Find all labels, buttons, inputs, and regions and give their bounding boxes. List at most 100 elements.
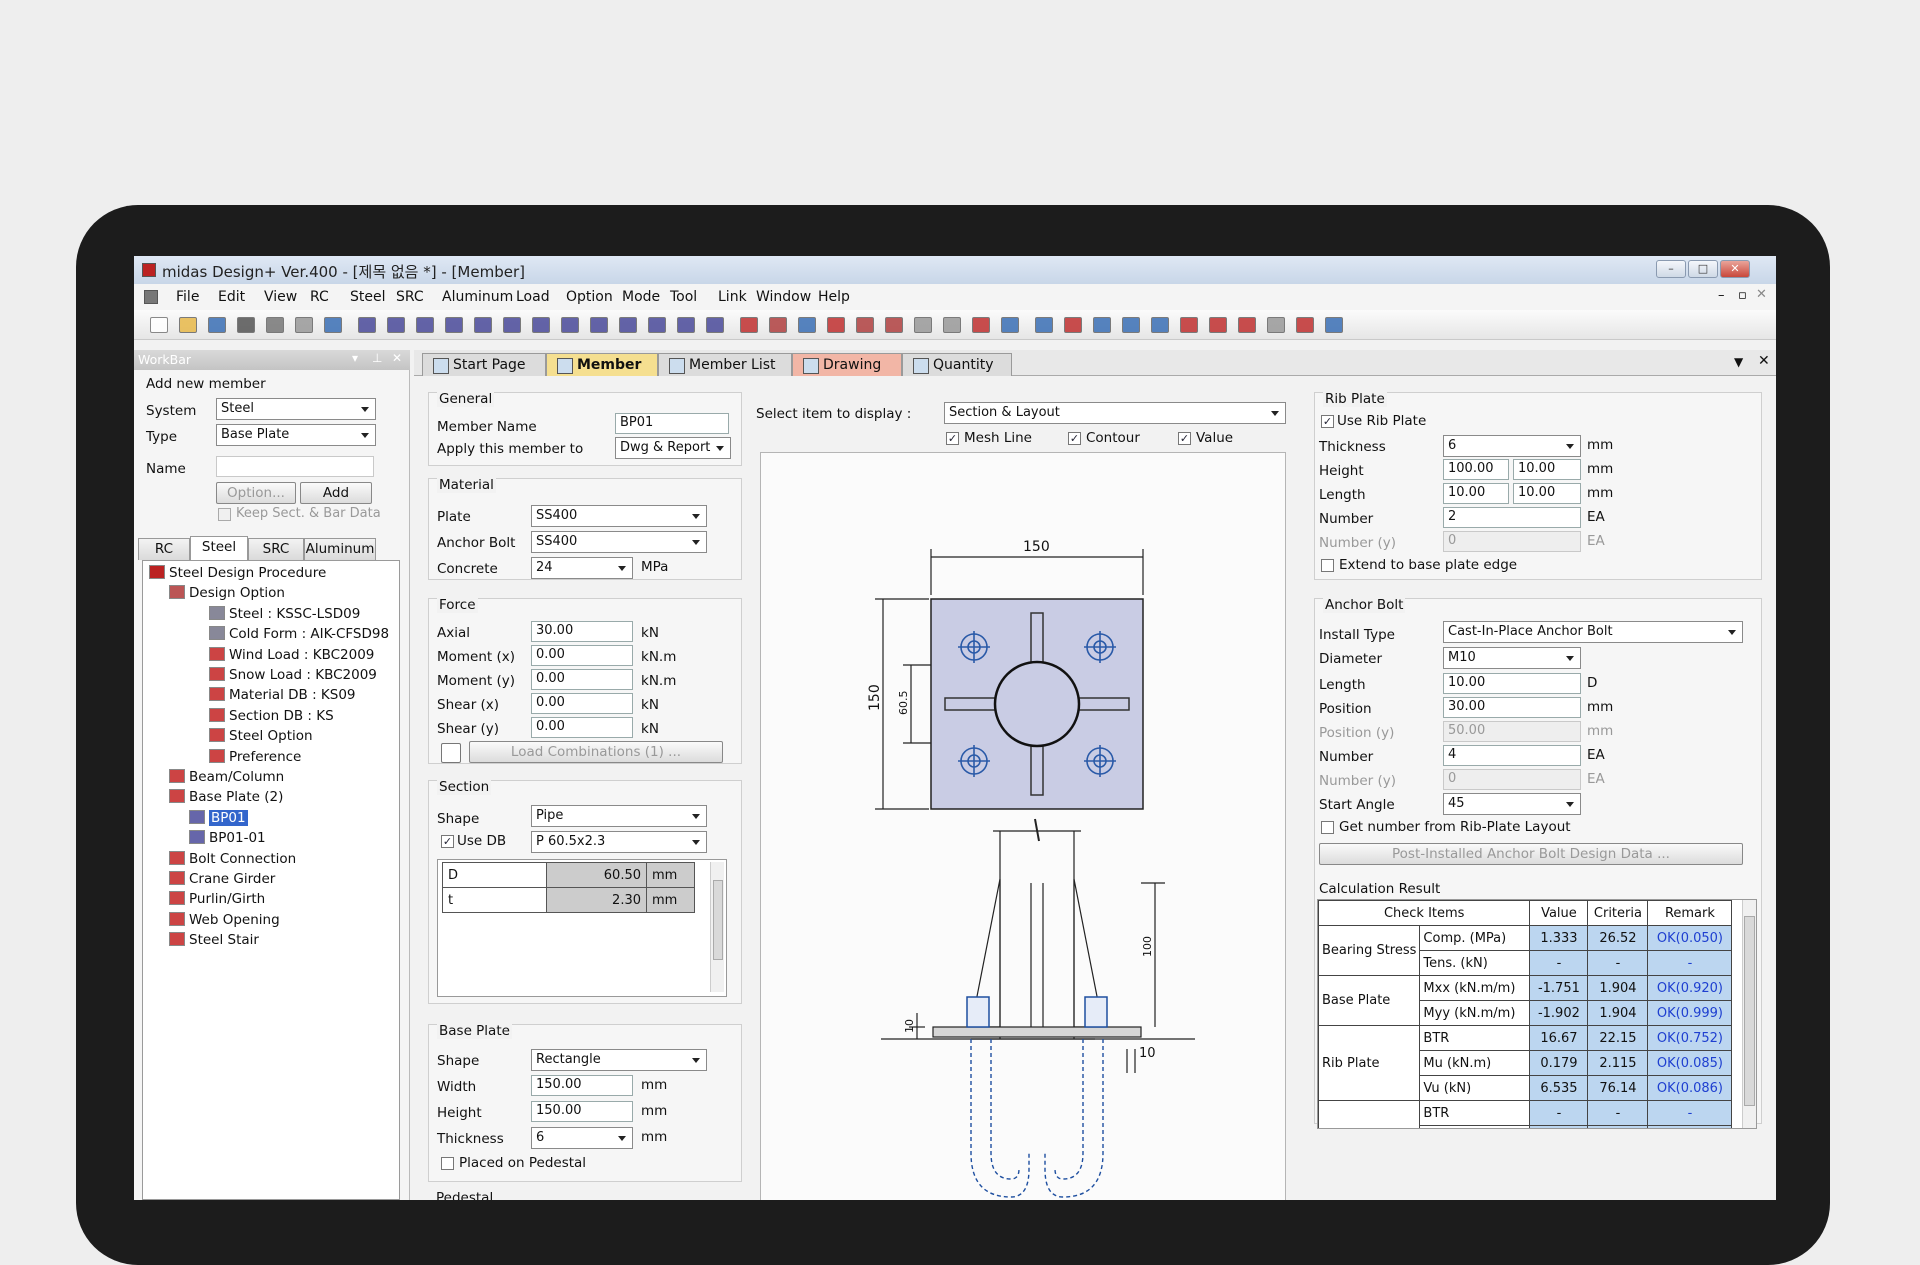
view-j-icon[interactable] (648, 317, 666, 333)
tree-item[interactable]: Steel Stair (169, 930, 259, 950)
save-icon[interactable] (208, 317, 226, 333)
menu-view[interactable]: View (264, 289, 297, 305)
new-icon[interactable] (150, 317, 168, 333)
calc-scroll-thumb[interactable] (1744, 916, 1755, 1106)
tab-quantity[interactable]: Quantity (902, 353, 1012, 376)
mesh-line-checkbox[interactable]: ✓ (946, 432, 959, 445)
toggle-icon[interactable] (358, 317, 376, 333)
system-select[interactable]: Steel (216, 398, 376, 420)
tab-drawing[interactable]: Drawing (792, 353, 902, 376)
tree-item[interactable]: Crane Girder (169, 869, 275, 889)
view-f-icon[interactable] (532, 317, 550, 333)
bolt-number-input[interactable]: 4 (1443, 745, 1581, 766)
rib-height-input-2[interactable]: 10.00 (1513, 459, 1581, 480)
view-y-icon[interactable] (1093, 317, 1111, 333)
mdi-restore-icon[interactable]: ▫ (1738, 288, 1747, 303)
layout-b-icon[interactable] (1180, 317, 1198, 333)
section-db-select[interactable]: P 60.5x2.3 (531, 831, 707, 853)
member-name-input[interactable]: BP01 (615, 413, 729, 434)
tab-steel[interactable]: Steel (190, 536, 248, 560)
view-g-icon[interactable] (561, 317, 579, 333)
position-y-input[interactable]: 50.00 (1443, 721, 1581, 742)
menu-aluminum[interactable]: Aluminum (442, 289, 513, 305)
plate-select[interactable]: SS400 (531, 505, 707, 527)
menu-file[interactable]: File (176, 289, 199, 305)
tree-item[interactable]: Web Opening (169, 910, 280, 930)
apply-select[interactable]: Dwg & Report (615, 437, 731, 459)
bp-width-input[interactable]: 150.00 (531, 1075, 633, 1096)
menu-window[interactable]: Window (756, 289, 811, 305)
get-number-checkbox[interactable] (1321, 821, 1334, 834)
force-input[interactable]: 30.00 (531, 621, 633, 642)
diameter-select[interactable]: M10 (1443, 647, 1581, 669)
use-db-checkbox[interactable]: ✓ (441, 835, 454, 848)
force-input[interactable]: 0.00 (531, 717, 633, 738)
option-button[interactable]: Option... (216, 482, 296, 504)
close-button[interactable]: ✕ (1720, 260, 1750, 278)
drawing-canvas[interactable]: 150 150 60.5 100 10 10 (760, 452, 1286, 1200)
undo-icon[interactable] (237, 317, 255, 333)
minimize-button[interactable]: – (1656, 260, 1686, 278)
view-d-icon[interactable] (474, 317, 492, 333)
menu-tool[interactable]: Tool (670, 289, 697, 305)
tab-member[interactable]: Member (546, 353, 658, 376)
use-rib-plate-checkbox[interactable]: ✓ (1321, 415, 1334, 428)
install-type-select[interactable]: Cast-In-Place Anchor Bolt (1443, 621, 1743, 643)
tab-start-page[interactable]: Start Page (422, 353, 546, 376)
load-combinations-button[interactable]: Load Combinations (1) ... (469, 741, 723, 763)
tree-item[interactable]: Bolt Connection (169, 849, 296, 869)
tree-item[interactable]: Base Plate (2) (169, 787, 283, 807)
force-input[interactable]: 0.00 (531, 669, 633, 690)
view-q-icon[interactable] (856, 317, 874, 333)
tab-src[interactable]: SRC (248, 538, 304, 560)
tree-item[interactable]: Steel Option (209, 726, 313, 746)
tree-item[interactable]: Wind Load : KBC2009 (209, 645, 374, 665)
mdi-close-icon[interactable]: ✕ (1756, 287, 1767, 302)
bolt-length-input[interactable]: 10.00 (1443, 673, 1581, 694)
move-a-icon[interactable] (1238, 317, 1256, 333)
menu-help[interactable]: Help (818, 289, 850, 305)
mdi-minimize-icon[interactable]: – (1718, 288, 1725, 303)
menu-link[interactable]: Link (718, 289, 747, 305)
view-u-icon[interactable] (972, 317, 990, 333)
view-k-icon[interactable] (677, 317, 695, 333)
view-i-icon[interactable] (619, 317, 637, 333)
props-scrollbar[interactable] (710, 862, 724, 992)
bolt-numy-input[interactable]: 0 (1443, 769, 1581, 790)
tree-item[interactable]: BP01 (189, 808, 248, 828)
view-o-icon[interactable] (798, 317, 816, 333)
contour-checkbox[interactable]: ✓ (1068, 432, 1081, 445)
rib-number-input[interactable]: 2 (1443, 507, 1581, 528)
anchor-bolt-select[interactable]: SS400 (531, 531, 707, 553)
view-r-icon[interactable] (885, 317, 903, 333)
menu-option[interactable]: Option (566, 289, 613, 305)
view-m-icon[interactable] (740, 317, 758, 333)
menu-load[interactable]: Load (516, 289, 550, 305)
workbar-menu-icon[interactable]: ▾ (352, 351, 358, 365)
view-n-icon[interactable] (769, 317, 787, 333)
tree-item[interactable]: Section DB : KS (209, 706, 334, 726)
tree-item[interactable]: Snow Load : KBC2009 (209, 665, 377, 685)
menu-edit[interactable]: Edit (218, 289, 245, 305)
load-comb-toggle[interactable] (441, 743, 461, 763)
workbar-close-icon[interactable]: ✕ (392, 351, 402, 365)
view-w-icon[interactable] (1035, 317, 1053, 333)
layout-c-icon[interactable] (1209, 317, 1227, 333)
rib-thickness-select[interactable]: 6 (1443, 435, 1581, 457)
view-p-icon[interactable] (827, 317, 845, 333)
start-angle-select[interactable]: 45 (1443, 793, 1581, 815)
tree-item[interactable]: Preference (209, 747, 301, 767)
view-x-icon[interactable] (1064, 317, 1082, 333)
post-installed-button[interactable]: Post-Installed Anchor Bolt Design Data .… (1319, 843, 1743, 865)
keep-sect-checkbox[interactable] (218, 508, 231, 521)
props-scroll-thumb[interactable] (713, 880, 723, 960)
tab-rc[interactable]: RC (138, 538, 190, 560)
tab-list-icon[interactable]: ▼ (1734, 355, 1743, 369)
view-c-icon[interactable] (445, 317, 463, 333)
tree-item[interactable]: Steel : KSSC-LSD09 (209, 604, 360, 624)
menu-mode[interactable]: Mode (622, 289, 660, 305)
view-l-icon[interactable] (706, 317, 724, 333)
view-s-icon[interactable] (914, 317, 932, 333)
tree-item[interactable]: BP01-01 (189, 828, 266, 848)
maximize-button[interactable]: □ (1688, 260, 1718, 278)
